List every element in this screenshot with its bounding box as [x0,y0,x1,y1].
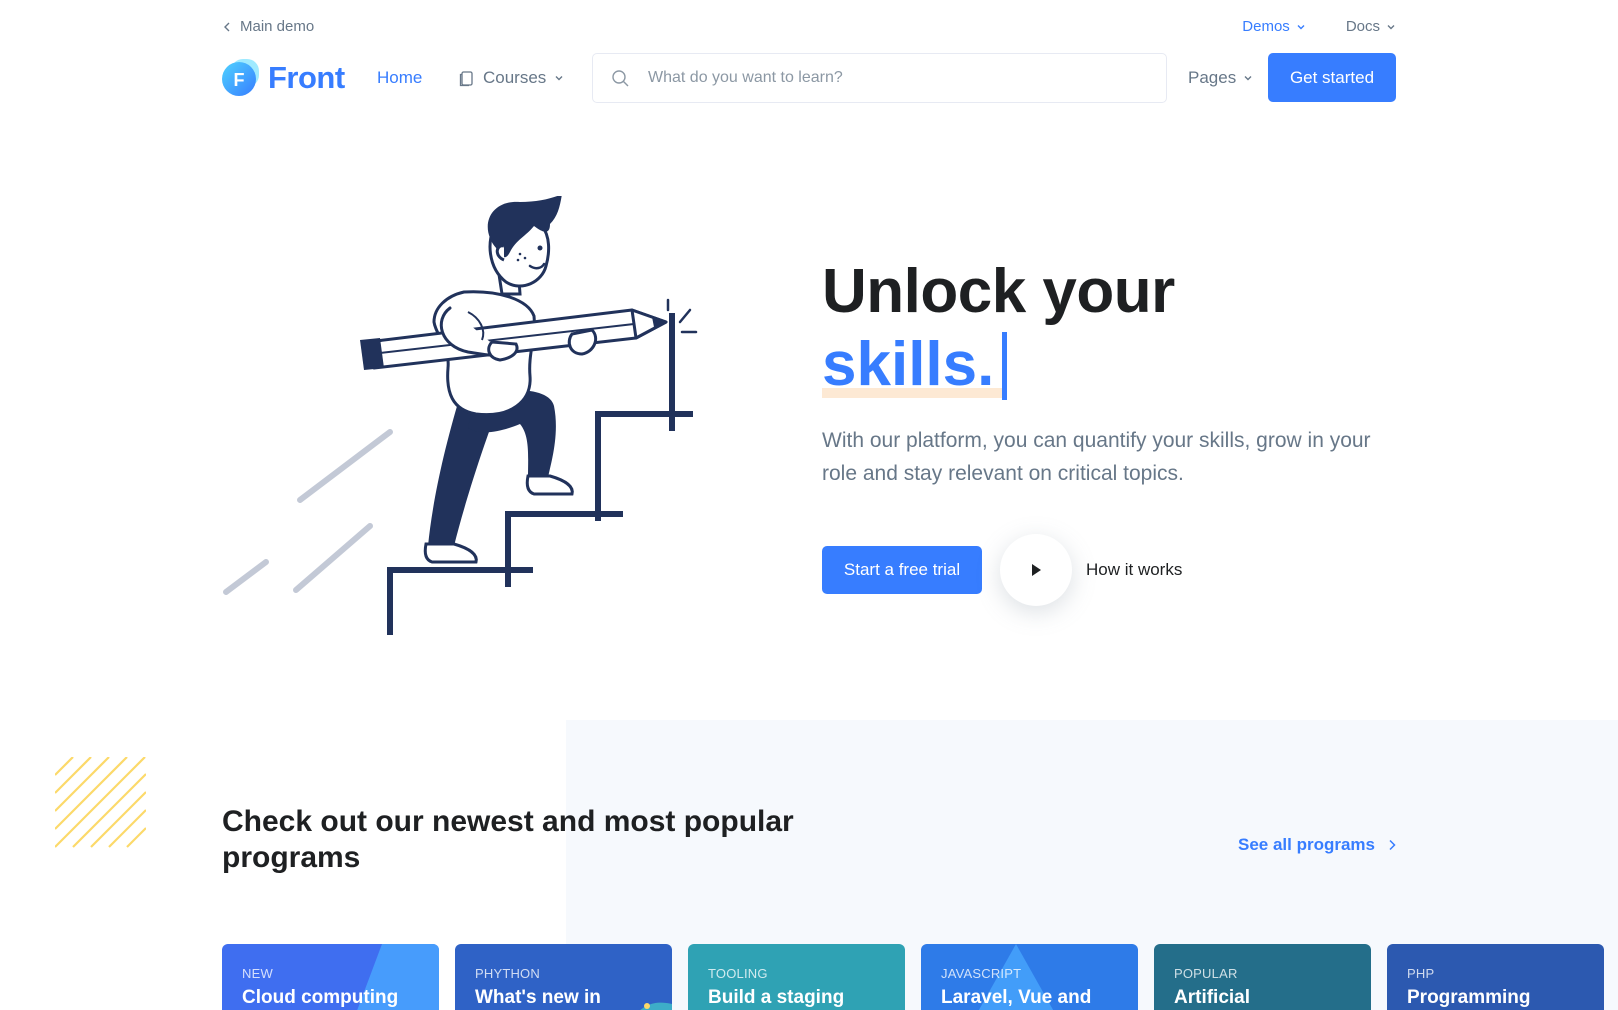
back-link-label: Main demo [240,18,315,35]
chevron-left-icon [224,22,230,31]
front-logo-icon: F [222,59,259,96]
pages-label: Pages [1188,68,1237,87]
card-title: What's new in [475,987,601,1008]
hero-title-line2-wrap: skills. [822,328,1402,402]
hero-actions: Start a free trial How it works [822,534,1402,606]
navbar: F Front Home Courses Pages Get started [222,53,1396,103]
nav-pages-dropdown[interactable]: Pages [1188,68,1253,88]
card-tag: NEW [242,966,273,981]
search-icon [612,69,629,86]
hero-text: Unlock your skills. With our platform, y… [822,256,1402,606]
logo-text: Front [268,59,345,95]
program-card[interactable]: NEW Cloud computing [222,944,439,1010]
card-tag: JAVASCRIPT [941,966,1022,981]
chevron-down-icon [1244,76,1252,81]
back-to-main-demo-link[interactable]: Main demo [222,18,314,35]
play-icon [1032,564,1041,576]
start-free-trial-button[interactable]: Start a free trial [822,546,982,594]
hero-title-line1: Unlock your [822,257,1175,326]
demos-dropdown[interactable]: Demos [1242,18,1306,35]
card-tag: PHP [1407,966,1435,981]
chevron-down-icon [1297,24,1305,29]
typing-caret [1002,332,1008,400]
docs-label: Docs [1345,18,1380,35]
card-title: Programming [1407,987,1531,1008]
chevron-right-icon [1389,839,1396,851]
program-card[interactable]: TOOLING Build a staging [688,944,905,1010]
card-title: Build a staging [708,987,845,1008]
demos-label: Demos [1242,18,1290,35]
docs-dropdown[interactable]: Docs [1346,18,1396,35]
see-all-programs-link[interactable]: See all programs [1238,835,1397,855]
play-video-button[interactable] [1000,534,1072,606]
search-input[interactable] [648,69,1128,87]
search-bar [592,53,1167,103]
program-card[interactable]: POPULAR Artificial [1154,944,1371,1010]
nav-courses-dropdown[interactable]: Courses [458,68,564,88]
program-card[interactable]: PHYTHON What's new in [455,944,672,1010]
decorative-stripes [55,757,146,848]
program-card[interactable]: JAVASCRIPT Laravel, Vue and [921,944,1138,1010]
how-it-works-label[interactable]: How it works [1086,560,1182,580]
programs-title: Check out our newest and most popular pr… [222,805,794,874]
hero-title-line2: skills. [822,330,995,399]
nav-home[interactable]: Home [377,68,422,88]
svg-text:F: F [234,70,245,90]
card-tag: POPULAR [1174,966,1238,981]
book-icon [459,70,473,86]
see-all-label: See all programs [1238,835,1376,854]
speed-lines [223,429,393,595]
hero-illustration [223,196,698,635]
topbar: Main demo Demos Docs [222,16,1396,40]
card-tag: TOOLING [708,966,768,981]
topbar-right: Demos Docs [1242,18,1396,35]
chevron-down-icon [555,76,563,81]
program-cards: NEW Cloud computing PHYTHON What's new i… [222,944,1604,1010]
hero-lead: With our platform, you can quantify your… [822,429,1371,485]
chevron-down-icon [1387,24,1395,29]
card-title: Artificial [1174,987,1251,1008]
program-card[interactable]: PHP Programming [1387,944,1604,1010]
courses-label: Courses [483,68,547,87]
get-started-button[interactable]: Get started [1268,53,1396,102]
front-logo[interactable]: F Front [222,59,345,96]
card-tag: PHYTHON [475,966,540,981]
card-title: Cloud computing [242,987,399,1008]
card-title: Laravel, Vue and [941,987,1092,1008]
